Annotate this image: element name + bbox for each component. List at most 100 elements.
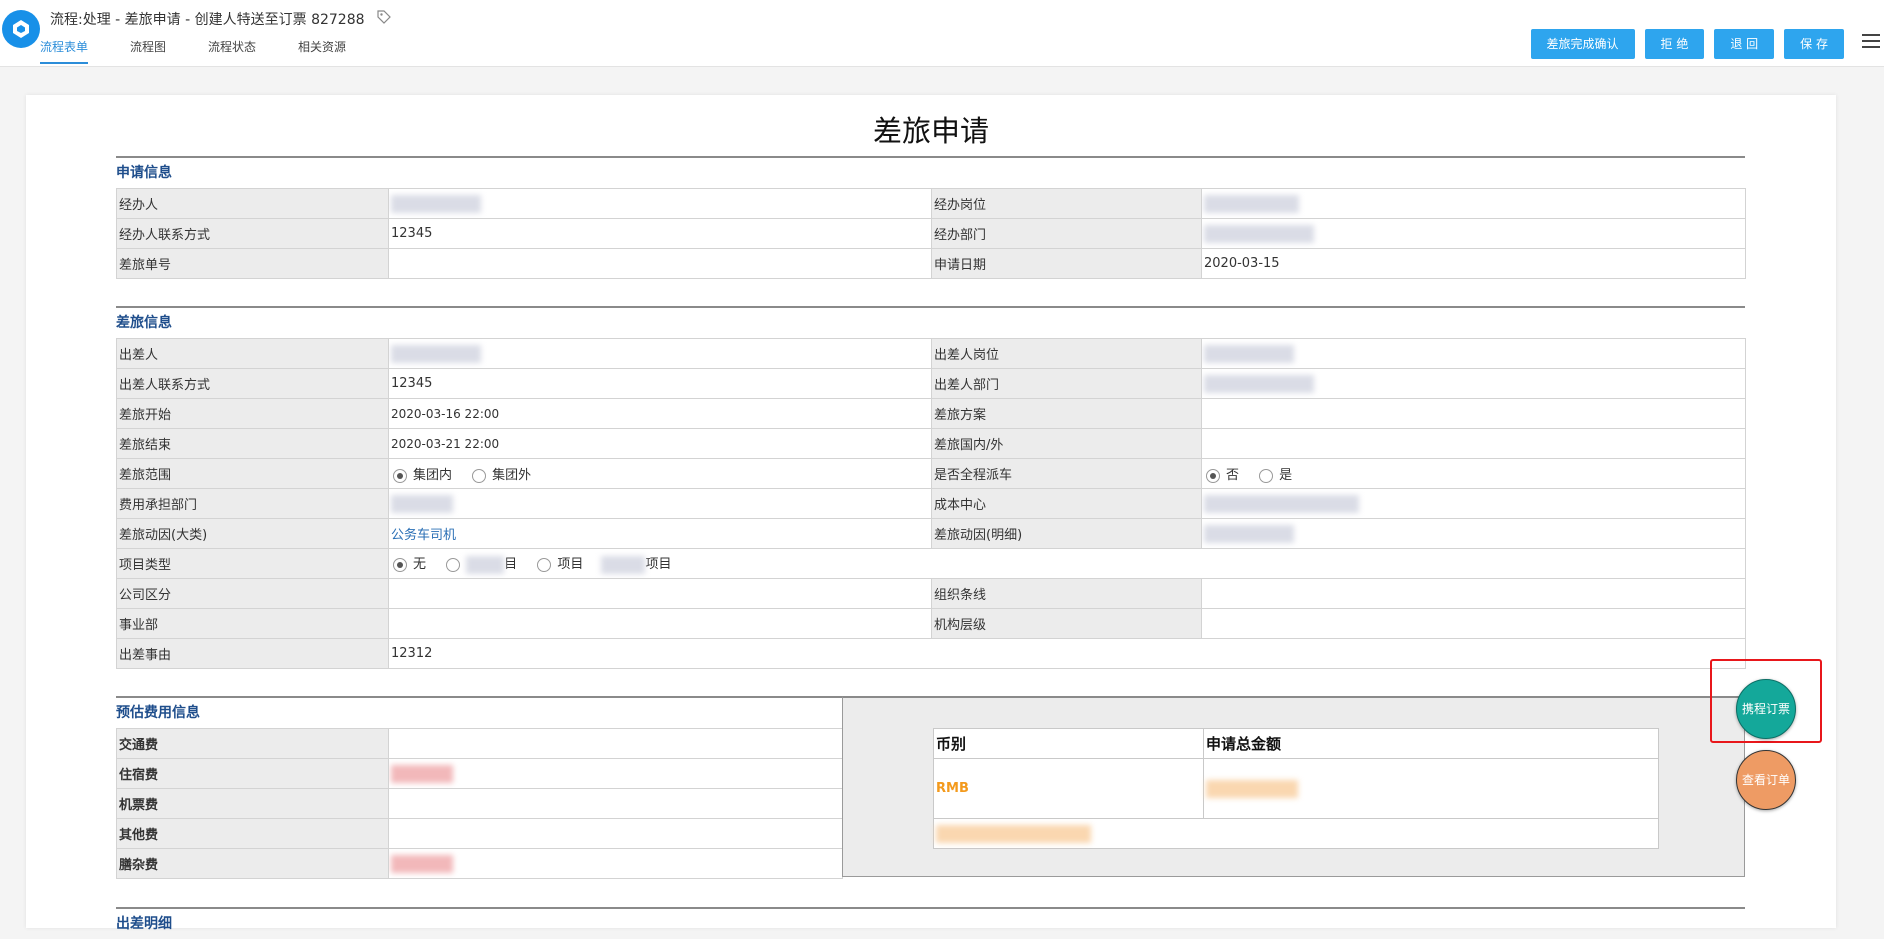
travel-number-field[interactable] xyxy=(388,248,932,279)
handler-dept-field[interactable] xyxy=(1201,218,1746,249)
field-label: 经办人联系方式 xyxy=(116,218,389,249)
transport-fee-field[interactable] xyxy=(388,728,843,759)
redacted-value xyxy=(391,764,453,783)
action-buttons: 差旅完成确认 拒 绝 退 回 保 存 xyxy=(1521,29,1844,59)
traveler-field[interactable] xyxy=(388,338,932,369)
field-label: 机构层级 xyxy=(931,608,1202,639)
section-heading: 申请信息 xyxy=(116,156,1745,188)
section-heading: 预估费用信息 xyxy=(116,696,842,728)
scope-outside-radio[interactable]: 集团外 xyxy=(470,468,531,483)
reject-button[interactable]: 拒 绝 xyxy=(1644,29,1705,59)
company-field[interactable] xyxy=(388,578,932,609)
cost-center-field[interactable] xyxy=(1201,488,1746,519)
field-label: 是否全程派车 xyxy=(931,458,1202,489)
other-fee-field[interactable] xyxy=(388,818,843,849)
redacted-value xyxy=(1204,494,1359,513)
travel-start-field[interactable]: 2020-03-16 22:00 xyxy=(388,398,932,429)
tag-icon[interactable] xyxy=(377,10,391,28)
table-row: 差旅开始 2020-03-16 22:00 差旅方案 xyxy=(116,398,1746,429)
car-yes-radio[interactable]: 是 xyxy=(1257,468,1292,483)
fee-dept-field[interactable] xyxy=(388,488,932,519)
radio-unchecked xyxy=(472,468,487,483)
tab-workflow-status[interactable]: 流程状态 xyxy=(208,38,256,64)
field-label: 经办部门 xyxy=(931,218,1202,249)
scope-inside-radio[interactable]: 集团内 xyxy=(391,468,452,483)
travel-detail-section: 出差明细 xyxy=(116,907,1745,939)
view-order-button[interactable]: 查看订单 xyxy=(1736,750,1796,810)
org-level-field[interactable] xyxy=(1201,608,1746,639)
traveler-post-field[interactable] xyxy=(1201,338,1746,369)
table-row: 币别 申请总金额 xyxy=(933,728,1659,759)
radio-label: 集团外 xyxy=(492,468,532,483)
division-field[interactable] xyxy=(388,608,932,639)
field-label: 其他费 xyxy=(116,818,389,849)
table-row: 事业部 机构层级 xyxy=(116,608,1746,639)
table-row: 项目类型 无 目 项目 项目 xyxy=(116,548,1746,579)
project-option-3-radio[interactable]: 项目 xyxy=(535,557,583,572)
redacted-value xyxy=(1204,224,1314,243)
domestic-field[interactable] xyxy=(1201,428,1746,459)
currency-value: RMB xyxy=(933,758,1204,819)
field-label: 公司区分 xyxy=(116,578,389,609)
field-label: 费用承担部门 xyxy=(116,488,389,519)
full-car-radio-group: 否 是 xyxy=(1201,458,1746,489)
project-type-radio-group: 无 目 项目 项目 xyxy=(388,548,1746,579)
section-heading: 差旅信息 xyxy=(116,306,1745,338)
hotel-fee-field[interactable] xyxy=(388,758,843,789)
list-menu-icon[interactable] xyxy=(1862,34,1880,50)
project-option-2-radio[interactable]: 目 xyxy=(444,555,517,574)
traveler-contact-field[interactable]: 12345 xyxy=(388,368,932,399)
travel-complete-confirm-button[interactable]: 差旅完成确认 xyxy=(1530,29,1635,59)
table-row: 差旅单号 申请日期 2020-03-15 xyxy=(116,248,1746,279)
tab-bar: 流程表单 流程图 流程状态 相关资源 xyxy=(40,38,388,64)
reason-detail-field[interactable] xyxy=(1201,518,1746,549)
handler-contact-field[interactable]: 12345 xyxy=(388,218,932,249)
ctrip-booking-button[interactable]: 携程订票 xyxy=(1736,679,1796,739)
radio-label: 无 xyxy=(413,557,427,573)
table-row: 经办人 经办岗位 xyxy=(116,188,1746,219)
redacted-value xyxy=(936,824,1091,843)
handler-field[interactable] xyxy=(388,188,932,219)
table-row: 经办人联系方式 12345 经办部门 xyxy=(116,218,1746,249)
table-row: 机票费 xyxy=(116,788,843,819)
save-button[interactable]: 保 存 xyxy=(1784,29,1844,59)
travel-reason-field[interactable]: 12312 xyxy=(388,638,1746,669)
table-row: 出差人 出差人岗位 xyxy=(116,338,1746,369)
tab-workflow-chart[interactable]: 流程图 xyxy=(130,38,166,64)
workflow-title-text: 流程:处理 - 差旅申请 - 创建人特送至订票 827288 xyxy=(50,12,365,28)
redacted-value xyxy=(1204,194,1299,213)
field-label: 出差人联系方式 xyxy=(116,368,389,399)
travel-scope-radio-group: 集团内 集团外 xyxy=(388,458,932,489)
travel-end-field[interactable]: 2020-03-21 22:00 xyxy=(388,428,932,459)
tab-related-resources[interactable]: 相关资源 xyxy=(298,38,346,64)
apply-date-field[interactable]: 2020-03-15 xyxy=(1201,248,1746,279)
field-label: 组织条线 xyxy=(931,578,1202,609)
project-option-4-radio[interactable]: 项目 xyxy=(601,555,671,574)
field-label: 经办人 xyxy=(116,188,389,219)
radio-checked xyxy=(393,557,407,572)
app-logo xyxy=(2,10,40,48)
field-label: 住宿费 xyxy=(116,758,389,789)
currency-summary-table: 币别 申请总金额 RMB xyxy=(933,728,1659,849)
radio-label: 否 xyxy=(1226,468,1240,483)
total-summary-value xyxy=(933,818,1659,849)
radio-unchecked xyxy=(537,557,552,572)
return-button[interactable]: 退 回 xyxy=(1714,29,1775,59)
flight-fee-field[interactable] xyxy=(388,788,843,819)
meal-fee-field[interactable] xyxy=(388,848,843,879)
total-amount-header: 申请总金额 xyxy=(1203,728,1659,759)
travel-plan-field[interactable] xyxy=(1201,398,1746,429)
project-none-radio[interactable]: 无 xyxy=(391,557,426,572)
org-line-field[interactable] xyxy=(1201,578,1746,609)
apply-info-section: 申请信息 经办人 经办岗位 经办人联系方式 12345 经办部门 差旅单号 申请… xyxy=(116,156,1746,279)
traveler-dept-field[interactable] xyxy=(1201,368,1746,399)
car-no-radio[interactable]: 否 xyxy=(1204,468,1239,483)
redacted-value xyxy=(391,854,453,873)
field-label: 出差人岗位 xyxy=(931,338,1202,369)
tab-workflow-form[interactable]: 流程表单 xyxy=(40,38,89,64)
redacted-value xyxy=(391,344,481,363)
reason-category-link[interactable]: 公务车司机 xyxy=(388,518,932,549)
top-bar: 流程:处理 - 差旅申请 - 创建人特送至订票 827288 流程表单 流程图 … xyxy=(0,0,1884,67)
table-row: 出差人联系方式 12345 出差人部门 xyxy=(116,368,1746,399)
handler-post-field[interactable] xyxy=(1201,188,1746,219)
